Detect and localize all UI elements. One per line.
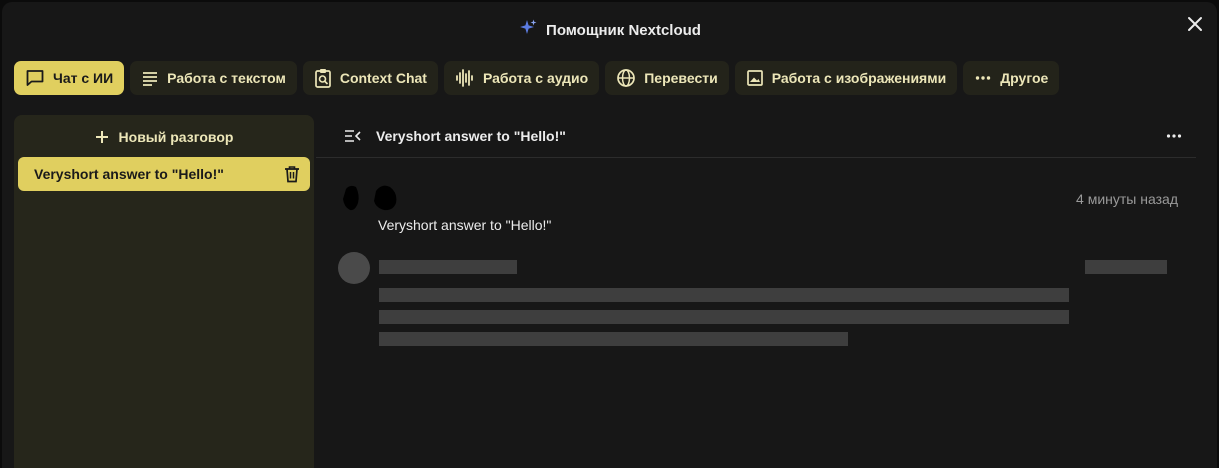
conversation-sidebar: Новый разговор Veryshort answer to "Hell… — [14, 115, 314, 468]
tab-label: Context Chat — [339, 70, 427, 86]
chat-main: Veryshort answer to "Hello!" 4 минуты на… — [316, 115, 1217, 468]
text-lines-icon — [143, 72, 158, 86]
sidebar-collapse-icon — [345, 130, 361, 142]
tab-label: Работа с текстом — [167, 70, 286, 86]
modal-title: Помощник Nextcloud — [518, 18, 701, 42]
tab-label: Чат с ИИ — [53, 70, 114, 86]
tab-audio-work[interactable]: Работа с аудио — [443, 61, 600, 95]
tab-ai-chat[interactable]: Чат с ИИ — [14, 61, 125, 95]
more-horizontal-icon — [975, 76, 991, 80]
clipboard-search-icon — [314, 69, 331, 88]
new-conversation-button[interactable]: Новый разговор — [14, 125, 314, 149]
assistant-modal: Помощник Nextcloud Чат с ИИ Работа с тек… — [2, 2, 1217, 468]
more-horizontal-icon — [1166, 134, 1182, 138]
loading-skeleton-line — [379, 310, 1069, 324]
conversation-item[interactable]: Veryshort answer to "Hello!" — [18, 157, 310, 191]
close-icon — [1188, 17, 1202, 31]
toggle-sidebar-button[interactable] — [344, 129, 362, 143]
new-conversation-label: Новый разговор — [118, 129, 234, 145]
assistant-sparkle-icon — [518, 18, 538, 42]
close-button[interactable] — [1183, 12, 1207, 36]
conversation-actions-button[interactable] — [1166, 133, 1182, 139]
tab-image-work[interactable]: Работа с изображениями — [734, 61, 958, 95]
image-icon — [746, 70, 763, 86]
loading-skeleton-line — [379, 332, 848, 346]
modal-header: Помощник Nextcloud — [2, 2, 1217, 62]
tab-context-chat[interactable]: Context Chat — [302, 61, 438, 95]
avatar — [343, 185, 397, 211]
plus-icon — [95, 131, 108, 143]
tab-label: Работа с изображениями — [771, 70, 947, 86]
message-text: Veryshort answer to "Hello!" — [378, 217, 552, 233]
assistant-avatar — [338, 252, 370, 284]
chat-bubble-icon — [26, 70, 44, 86]
loading-skeleton-line — [379, 288, 1069, 302]
tab-other[interactable]: Другое — [963, 61, 1060, 95]
user-message: 4 минуты назад Veryshort answer to "Hell… — [338, 181, 1178, 241]
tab-label: Перевести — [644, 70, 718, 86]
task-tabs: Чат с ИИ Работа с текстом Context Chat Р… — [14, 61, 1060, 95]
delete-conversation-button[interactable] — [284, 165, 300, 183]
loading-skeleton-time — [1085, 260, 1167, 274]
tab-text-work[interactable]: Работа с текстом — [130, 61, 297, 95]
chat-header: Veryshort answer to "Hello!" — [316, 115, 1196, 158]
globe-icon — [617, 69, 636, 87]
conversation-title: Veryshort answer to "Hello!" — [34, 166, 224, 182]
tab-label: Работа с аудио — [482, 70, 589, 86]
tab-label: Другое — [1000, 70, 1049, 86]
loading-skeleton-name — [379, 260, 517, 274]
conversation-title-heading: Veryshort answer to "Hello!" — [376, 128, 566, 144]
tab-translate[interactable]: Перевести — [605, 61, 729, 95]
trash-icon — [285, 166, 299, 183]
message-timestamp: 4 минуты назад — [1076, 191, 1178, 207]
waveform-icon — [456, 69, 473, 87]
modal-title-text: Помощник Nextcloud — [546, 21, 701, 39]
